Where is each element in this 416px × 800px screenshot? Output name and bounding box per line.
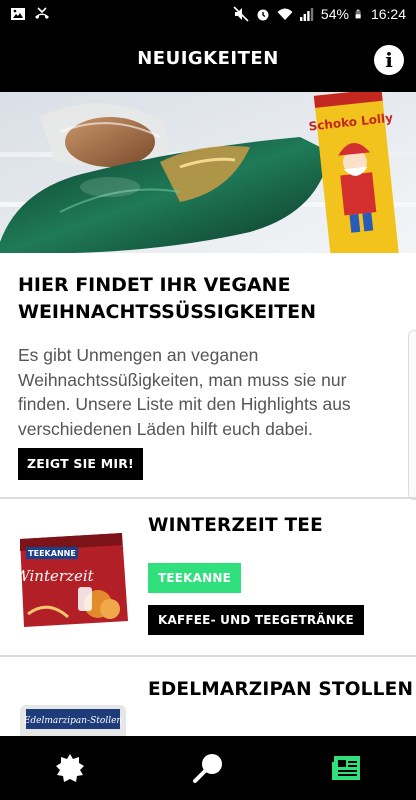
feature-description: Es gibt Unmengen an veganen Weihnachtssü… [18, 345, 351, 439]
nav-news-button[interactable] [328, 750, 364, 786]
battery-percent: 54% [320, 6, 349, 22]
stollen-pack-name: Edelmarzipan-Stollen [23, 716, 123, 726]
nav-badge-button[interactable] [52, 750, 88, 786]
nav-search-button[interactable] [190, 750, 226, 786]
product-name: EDELMARZIPAN STOLLEN [148, 679, 414, 700]
stollen-image: Edelmarzipan-Stollen [18, 697, 130, 736]
wifi-icon [277, 8, 293, 20]
app-bar: NEUIGKEITEN i [0, 30, 416, 92]
product-name: WINTERZEIT TEE [148, 515, 323, 536]
product-card-stollen[interactable]: Edelmarzipan-Stollen EDELMARZIPAN STOLLE… [0, 657, 416, 736]
info-button[interactable]: i [374, 45, 404, 75]
hero-image[interactable]: Schoko Lolly [0, 92, 416, 253]
feature-title[interactable]: HIER FINDET IHR VEGANE WEIHNACHTSSÜSSIGK… [18, 272, 388, 326]
badge-icon [56, 754, 84, 782]
info-icon: i [385, 48, 393, 72]
bottom-navigation [0, 736, 416, 800]
show-me-button[interactable]: ZEIGT SIE MIR! [18, 448, 143, 480]
signal-icon [299, 8, 314, 21]
battery-icon [355, 9, 361, 19]
news-feed[interactable]: Schoko Lolly HIER FINDET IHR VEGANE WEIH… [0, 92, 416, 736]
missed-call-icon [35, 7, 49, 19]
tea-pack-brand: TEEKANNE [28, 549, 76, 558]
search-icon [193, 754, 222, 783]
mute-icon [233, 6, 249, 22]
product-card-winterzeit[interactable]: TEEKANNE Winterzeit WINTERZEIT TEE TEEKA… [0, 499, 416, 654]
brand-tag[interactable]: TEEKANNE [148, 563, 242, 593]
alarm-icon [257, 9, 269, 21]
status-bar: 54% 16:24 [0, 0, 416, 30]
tea-pack-name: Winterzeit [18, 567, 95, 585]
clock: 16:24 [370, 6, 406, 22]
category-tag[interactable]: KAFFEE- UND TEEGETRÄNKE [148, 605, 364, 635]
page-title: NEUIGKEITEN [137, 48, 279, 69]
winterzeit-tea-image: TEEKANNE Winterzeit [18, 529, 130, 629]
image-icon [11, 8, 25, 20]
news-icon [332, 756, 360, 780]
scroll-indicator[interactable] [408, 330, 416, 500]
vegan-sweets-photo: Schoko Lolly [0, 92, 416, 253]
